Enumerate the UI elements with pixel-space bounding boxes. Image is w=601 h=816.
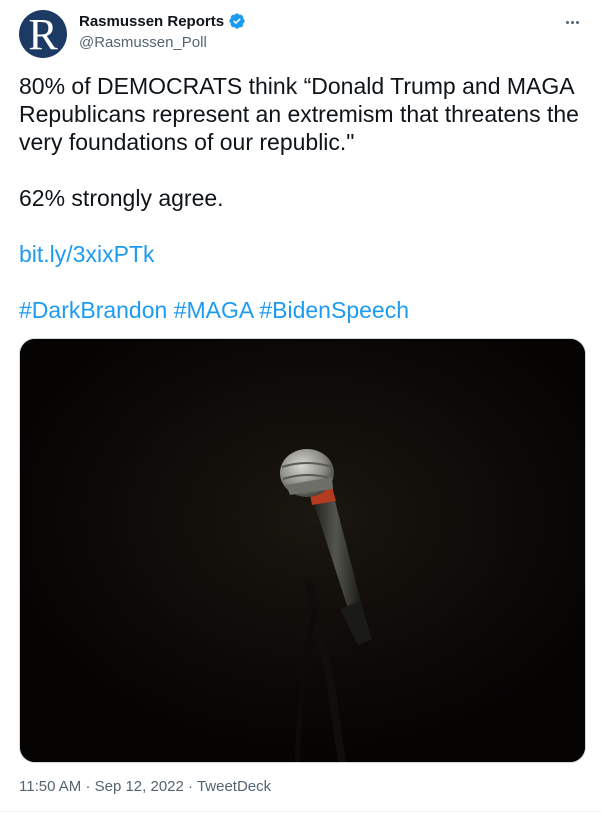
hashtag-maga[interactable]: #MAGA [174,297,253,323]
hashtags: #DarkBrandon #MAGA #BidenSpeech [19,296,591,324]
tweet-meta: 11:50 AM · Sep 12, 2022 · TweetDeck [19,778,271,795]
tweet-line-statement: 80% of DEMOCRATS think “Donald Trump and… [19,73,579,155]
tweet-line-agree: 62% strongly agree. [19,185,224,211]
hashtag-darkbrandon[interactable]: #DarkBrandon [19,297,167,323]
tweet-text: 80% of DEMOCRATS think “Donald Trump and… [19,72,591,324]
meta-separator-1: · [85,778,91,795]
microphone-image [20,339,585,762]
tweet-time[interactable]: 11:50 AM [19,778,81,795]
tweet-link[interactable]: bit.ly/3xixPTk [19,241,154,267]
tweet-source[interactable]: TweetDeck [197,778,271,795]
handle[interactable]: @Rasmussen_Poll [79,34,246,51]
verified-badge-icon [229,13,245,29]
divider [0,811,601,812]
hashtag-bidenspeech[interactable]: #BidenSpeech [259,297,409,323]
avatar[interactable]: R [19,10,67,58]
meta-separator-2: · [188,778,194,795]
more-options-icon[interactable] [561,11,583,33]
name-row: Rasmussen Reports [79,12,246,30]
tweet-date[interactable]: Sep 12, 2022 [95,778,184,795]
tweet-media-image[interactable] [19,338,586,763]
author-info: Rasmussen Reports @Rasmussen_Poll [79,12,246,51]
display-name[interactable]: Rasmussen Reports [79,13,224,30]
avatar-letter: R [28,10,58,58]
